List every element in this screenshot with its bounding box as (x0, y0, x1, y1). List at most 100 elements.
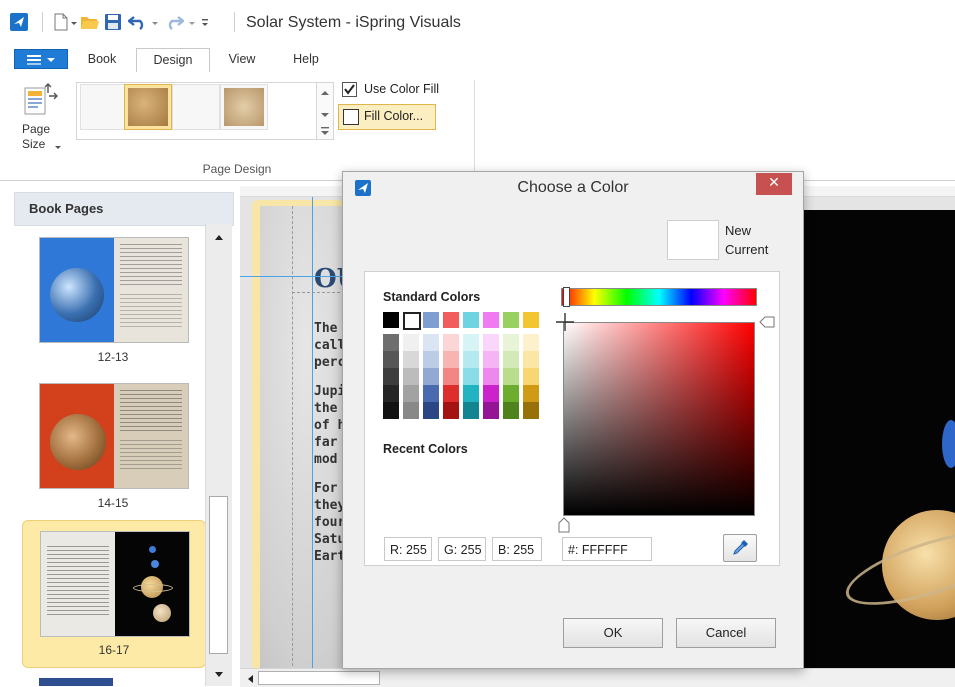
color-swatch[interactable] (443, 385, 459, 402)
color-swatch[interactable] (383, 351, 399, 368)
color-swatch[interactable] (483, 368, 499, 385)
dropdown-arrow-icon[interactable] (70, 13, 78, 31)
green-value-field[interactable]: G: 255 (438, 537, 486, 561)
page-item-12-13[interactable]: 12-13 (22, 232, 204, 378)
page-item-16-17[interactable]: 16-17 (22, 520, 206, 668)
color-swatch[interactable] (483, 312, 499, 328)
page-size-label: Page Size (22, 122, 51, 151)
color-swatch[interactable] (483, 334, 499, 351)
background-thumbnail-blank[interactable] (80, 84, 128, 130)
scroll-thumb[interactable] (258, 671, 380, 685)
tab-help[interactable]: Help (280, 48, 332, 72)
file-menu-button[interactable] (14, 49, 68, 69)
app-logo-icon (10, 13, 28, 31)
tab-view[interactable]: View (216, 48, 268, 72)
new-label: New (725, 223, 752, 238)
color-swatch[interactable] (483, 385, 499, 402)
alpha-slider-thumb[interactable] (558, 517, 570, 536)
scroll-up-icon[interactable] (214, 230, 224, 244)
ribbon-design-panel: Page Size Use Color Fill Fill Color... P… (0, 72, 955, 181)
color-swatch[interactable] (483, 351, 499, 368)
hue-slider[interactable] (561, 287, 757, 307)
dropdown-arrow-icon[interactable] (151, 13, 159, 31)
open-folder-icon[interactable] (80, 13, 100, 31)
color-swatch[interactable] (503, 385, 519, 402)
brightness-slider-thumb[interactable] (759, 316, 775, 331)
customize-toolbar-icon[interactable] (200, 13, 210, 31)
color-swatch[interactable] (383, 402, 399, 419)
scroll-down-icon[interactable] (214, 668, 224, 682)
color-swatch[interactable] (423, 385, 439, 402)
color-swatch[interactable] (463, 368, 479, 385)
scroll-thumb[interactable] (209, 496, 228, 654)
color-picker-panel: Standard Colors Recent Colors (364, 271, 780, 566)
color-swatch[interactable] (523, 312, 539, 328)
tab-design[interactable]: Design (136, 48, 210, 74)
color-swatch[interactable] (423, 351, 439, 368)
color-swatch[interactable] (503, 402, 519, 419)
undo-icon[interactable] (127, 13, 148, 31)
color-swatch[interactable] (403, 334, 419, 351)
color-swatch[interactable] (403, 385, 419, 402)
color-swatch[interactable] (383, 368, 399, 385)
gallery-scroller[interactable] (316, 82, 334, 140)
color-swatch[interactable] (463, 334, 479, 351)
background-thumbnail-parchment[interactable] (124, 84, 172, 130)
dialog-title-bar: Choose a Color ✕ (343, 172, 803, 206)
color-swatch[interactable] (403, 351, 419, 368)
save-icon[interactable] (104, 13, 122, 31)
color-swatch[interactable] (443, 312, 459, 328)
color-swatch[interactable] (463, 312, 479, 328)
color-swatch[interactable] (483, 402, 499, 419)
color-swatch[interactable] (383, 334, 399, 351)
color-swatch[interactable] (463, 402, 479, 419)
color-swatch[interactable] (383, 385, 399, 402)
background-thumbnail-paper[interactable] (220, 84, 268, 130)
ok-button[interactable]: OK (563, 618, 663, 648)
page-item-label: 16-17 (98, 643, 130, 657)
page-size-button[interactable]: Page Size (20, 78, 68, 158)
color-swatch[interactable] (463, 351, 479, 368)
tab-book[interactable]: Book (76, 48, 128, 72)
page-item-14-15[interactable]: 14-15 (22, 378, 204, 524)
use-color-fill-checkbox[interactable]: Use Color Fill (342, 80, 462, 100)
color-swatch[interactable] (403, 368, 419, 385)
color-swatch[interactable] (503, 334, 519, 351)
background-thumbnail-white[interactable] (172, 84, 220, 130)
color-swatch[interactable] (523, 334, 539, 351)
color-swatch[interactable] (503, 351, 519, 368)
color-swatch[interactable] (403, 402, 419, 419)
color-swatch[interactable] (403, 312, 421, 330)
color-swatch[interactable] (423, 334, 439, 351)
color-swatch[interactable] (443, 334, 459, 351)
saturation-brightness-area[interactable] (563, 322, 755, 516)
color-swatch[interactable] (443, 368, 459, 385)
color-swatch[interactable] (503, 312, 519, 328)
redo-icon[interactable] (164, 13, 185, 31)
color-swatch[interactable] (523, 385, 539, 402)
new-document-icon[interactable] (52, 13, 70, 31)
color-swatch[interactable] (523, 368, 539, 385)
eyedropper-button[interactable] (723, 534, 757, 562)
hex-value-field[interactable]: #: FFFFFF (562, 537, 652, 561)
color-swatch[interactable] (463, 385, 479, 402)
blue-value-field[interactable]: B: 255 (492, 537, 542, 561)
canvas-horizontal-scrollbar[interactable] (240, 668, 955, 687)
fill-color-button[interactable]: Fill Color... (338, 104, 436, 130)
color-swatch[interactable] (423, 402, 439, 419)
book-pages-scrollbar[interactable] (205, 224, 232, 686)
color-swatch[interactable] (383, 312, 399, 328)
red-value-field[interactable]: R: 255 (384, 537, 432, 561)
dialog-close-button[interactable]: ✕ (756, 173, 792, 195)
color-swatch[interactable] (503, 368, 519, 385)
cancel-button[interactable]: Cancel (676, 618, 776, 648)
scroll-left-icon[interactable] (246, 673, 254, 687)
color-swatch[interactable] (523, 351, 539, 368)
color-swatch[interactable] (423, 312, 439, 328)
dropdown-arrow-icon[interactable] (188, 13, 196, 31)
hue-slider-thumb[interactable] (563, 287, 570, 307)
color-swatch[interactable] (423, 368, 439, 385)
color-swatch[interactable] (523, 402, 539, 419)
color-swatch[interactable] (443, 402, 459, 419)
color-swatch[interactable] (443, 351, 459, 368)
